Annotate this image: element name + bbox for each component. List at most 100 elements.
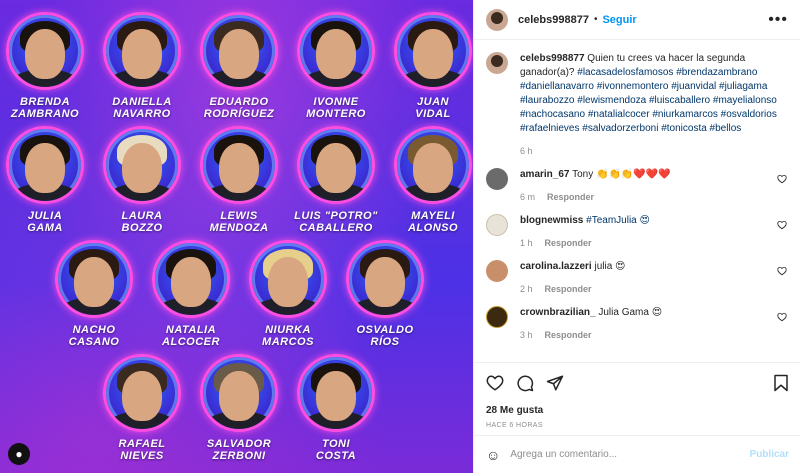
celebrity-photo [103,12,181,90]
likes-count[interactable]: 28 Me gusta [486,405,789,416]
reply-button[interactable]: Responder [545,284,592,294]
comment-time[interactable]: 2 h [520,284,533,294]
like-comment-icon[interactable] [776,266,788,276]
celebrity-card: Toni Costa [294,354,378,462]
follow-button[interactable]: Seguir [602,14,636,26]
comment-avatar[interactable] [486,260,508,282]
post-image[interactable]: Brenda Zambrano Daniella Navarro Eduardo R… [0,0,473,473]
celebrity-photo [6,12,84,90]
celebrity-name: Luis "Potro" Caballero [294,210,378,234]
comments-list: celebs998877 Quien tu crees va hacer la … [474,40,800,362]
bookmark-icon[interactable] [773,374,789,392]
celebrity-name: Niurka Marcos [262,324,314,348]
post-timestamp[interactable]: Hace 6 horas [486,422,789,429]
reply-button[interactable]: Responder [547,192,594,202]
celebrity-name: Juan Vidal [415,96,451,120]
comment-text: Julia Gama 😍 [598,307,663,318]
celebrity-card: Salvador Zerboni [197,354,281,462]
comment-avatar[interactable] [486,214,508,236]
comment-username[interactable]: carolina.lazzeri [520,261,592,272]
celebrity-name: Salvador Zerboni [206,438,272,462]
comment-time[interactable]: 3 h [520,330,533,340]
post-actions: 28 Me gusta Hace 6 horas [474,362,800,429]
caption: celebs998877 Quien tu crees va hacer la … [486,52,788,158]
author-username[interactable]: celebs998877 [518,14,589,26]
celebrity-card: Osvaldo Ríos [343,240,427,348]
comment-avatar[interactable] [486,306,508,328]
reply-button[interactable]: Responder [545,238,592,248]
comment-text: Tony 👏👏👏❤️❤️❤️ [572,169,671,180]
celebrity-name: Mayeli Alonso [407,210,459,234]
comment-item: carolina.lazzeri julia 😍 2 h Responder [486,260,788,296]
celebrity-photo [103,354,181,432]
comment-text: julia 😍 [594,261,626,272]
celebrity-card: Daniella Navarro [100,12,184,120]
celebrity-photo [249,240,327,318]
celebrity-card: Julia Gama [3,126,87,234]
celebrity-name: Rafael Nieves [118,438,166,462]
celebrity-card: Brenda Zambrano [3,12,87,120]
celebrity-photo [297,354,375,432]
celebrity-photo [394,12,472,90]
add-comment-bar: ☺ Publicar [474,435,800,473]
share-icon[interactable] [546,374,564,392]
celebrity-photo [152,240,230,318]
reply-button[interactable]: Responder [545,330,592,340]
celebrity-photo [6,126,84,204]
celebrity-card: Niurka Marcos [246,240,330,348]
comment-item: crownbrazilian_ Julia Gama 😍 3 h Responde… [486,306,788,342]
celebrity-card: Laura Bozzo [100,126,184,234]
celebrity-name: Julia Gama [27,210,63,234]
comment-username[interactable]: amarin_67 [520,169,569,180]
more-icon[interactable]: ••• [768,11,788,29]
celebrity-name: Daniella Navarro [112,96,172,120]
celebrity-card: Ivonne Montero [294,12,378,120]
celebrity-photo [297,12,375,90]
celebrity-name: Natalia Alcocer [162,324,220,348]
comment-item: blognewmiss #TeamJulia 😍 1 h Responder [486,214,788,250]
comment-time[interactable]: 1 h [520,238,533,248]
celebrity-card: Luis "Potro" Caballero [294,126,378,234]
celebrity-photo [55,240,133,318]
author-avatar[interactable] [486,8,508,31]
comment-input[interactable] [510,449,750,460]
post-header: celebs998877 • Seguir ••• [474,0,800,40]
like-icon[interactable] [486,374,504,392]
celebrity-card: Nacho Casano [52,240,136,348]
comment-icon[interactable] [516,374,534,392]
comment-username[interactable]: crownbrazilian_ [520,307,596,318]
celebrity-photo [200,12,278,90]
like-comment-icon[interactable] [776,312,788,322]
caption-time[interactable]: 6 h [520,146,533,156]
celebrity-card: Eduardo Rodríguez [197,12,281,120]
comment-username[interactable]: blognewmiss [520,215,583,226]
celebrity-name: Toni Costa [315,438,357,462]
post-sidebar: celebs998877 • Seguir ••• celebs998877 Q… [473,0,800,473]
celebrity-name: Eduardo Rodríguez [203,96,275,120]
celebrity-photo [200,126,278,204]
post-view: Brenda Zambrano Daniella Navarro Eduardo R… [0,0,800,473]
caption-avatar[interactable] [486,52,508,74]
comment-item: amarin_67 Tony 👏👏👏❤️❤️❤️ 6 m Responder [486,168,788,204]
celebrity-photo [200,354,278,432]
publish-button[interactable]: Publicar [750,449,789,460]
tagged-users-icon[interactable]: ● [8,443,30,465]
celebrity-photo [297,126,375,204]
emoji-icon[interactable]: ☺ [486,447,500,463]
celebrity-name: Ivonne Montero [306,96,366,120]
comment-avatar[interactable] [486,168,508,190]
celebrity-name: Laura Bozzo [121,210,163,234]
like-comment-icon[interactable] [776,220,788,230]
caption-username[interactable]: celebs998877 [520,53,585,64]
separator-dot: • [593,14,598,25]
comment-time[interactable]: 6 m [520,192,535,202]
celebrity-card: Lewis Mendoza [197,126,281,234]
celebrity-card: Mayeli Alonso [391,126,473,234]
like-comment-icon[interactable] [776,174,788,184]
celebrity-photo [346,240,424,318]
celebrity-photo [103,126,181,204]
celebrity-photo [394,126,472,204]
comment-text: #TeamJulia 😍 [586,215,650,226]
celebrity-name: Brenda Zambrano [10,96,80,120]
celebrity-card: Natalia Alcocer [149,240,233,348]
